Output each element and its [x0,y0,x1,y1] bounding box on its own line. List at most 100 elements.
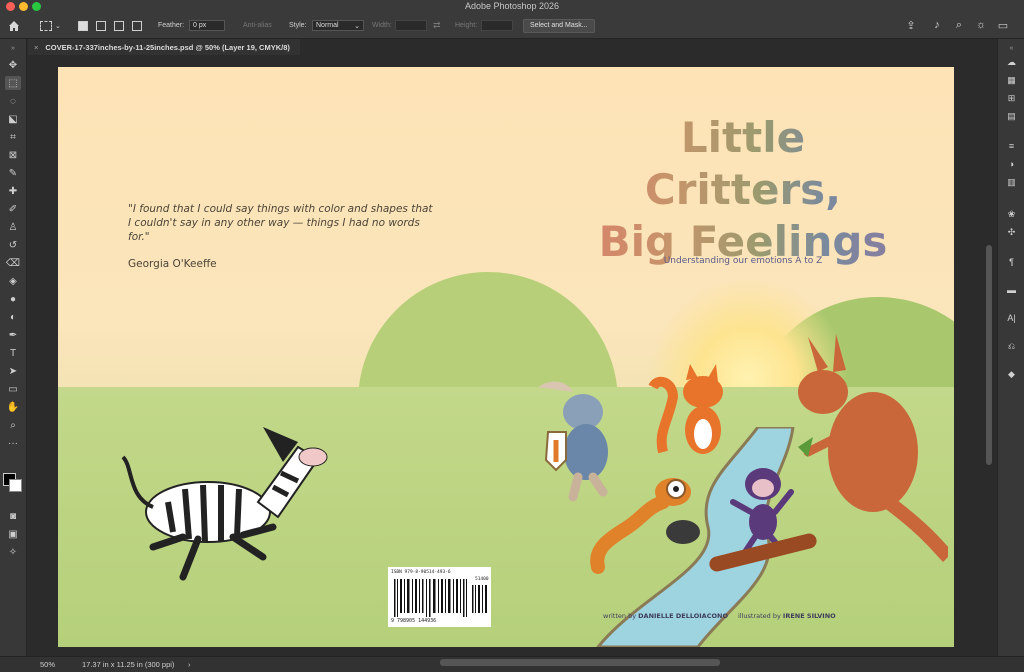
anti-alias-checkbox[interactable]: Anti-alias [243,13,272,38]
feather-input-wrap[interactable]: 0 px [189,13,225,38]
feather-label: Feather: [158,22,185,29]
collapse-panel-icon[interactable]: » [5,41,21,55]
eyedropper-tool-icon[interactable]: ✎ [5,166,21,180]
style-select[interactable]: Normal ⌄ [312,20,364,31]
clone-stamp-tool-icon[interactable]: ♙ [5,220,21,234]
object-selection-tool-icon[interactable]: ⬕ [5,112,21,126]
vertical-scrollbar[interactable] [986,245,992,465]
chevron-down-icon: ⌄ [354,22,360,30]
bell-icon[interactable]: ♪ [930,18,944,32]
background-color-swatch[interactable] [9,479,22,492]
more-tools-icon[interactable]: ··· [5,436,21,450]
width-label: Width: [372,22,392,29]
frame-tool-icon[interactable]: ⊠ [5,148,21,162]
select-and-mask-button[interactable]: Select and Mask... [523,18,595,33]
title-bar: Adobe Photoshop 2026 [0,0,1024,13]
book-subtitle: Understanding our emotions A to Z [663,256,823,266]
comments-icon[interactable]: ▬ [1004,283,1019,297]
select-and-mask-wrap[interactable]: Select and Mask... [523,13,595,38]
home-icon[interactable] [8,13,20,38]
generate-icon[interactable]: ✧ [5,545,21,559]
gradients-icon[interactable]: ▤ [1004,109,1019,123]
layers-icon[interactable]: ◆ [1004,367,1019,381]
zoom-level[interactable]: 50% [40,660,55,669]
barcode-number: 9 798905 144936 [391,618,437,624]
illustrated-by-label: illustrated by [738,612,781,620]
style-select-wrap[interactable]: Normal ⌄ [312,13,364,38]
hand-tool-icon[interactable]: ✋ [5,400,21,414]
app-title: Adobe Photoshop 2026 [464,1,560,11]
back-cover-quote: "I found that I could say things with co… [128,203,433,243]
paragraph-icon[interactable]: ¶ [1004,255,1019,269]
search-icon[interactable]: ⌕ [952,18,966,32]
libraries-icon[interactable]: ☁ [1004,55,1019,69]
channels-icon[interactable]: ❀ [1004,207,1019,221]
fox-illustration [648,364,723,454]
height-input-wrap[interactable] [481,13,513,38]
subtract-selection-icon[interactable] [114,13,124,38]
zoom-tool-icon[interactable]: ⌕ [5,418,21,432]
history-icon[interactable]: ⎌ [1004,339,1019,353]
paint-bucket-tool-icon[interactable]: ◈ [5,274,21,288]
histogram-icon[interactable]: ▥ [1004,175,1019,189]
intersect-selection-icon[interactable] [132,13,142,38]
collapse-panels-icon[interactable]: « [1004,41,1019,55]
dodge-tool-icon[interactable]: ◐ [5,310,21,324]
width-input[interactable] [395,20,427,31]
rectangle-tool-icon[interactable]: ▭ [5,382,21,396]
swap-width-height-icon[interactable]: ⇄ [433,13,441,38]
author-name: DANIELLE DELLOIACONO [638,612,728,620]
width-input-wrap[interactable] [395,13,427,38]
style-select-value: Normal [316,22,339,29]
move-tool-icon[interactable]: ✥ [5,58,21,72]
add-selection-icon[interactable] [96,13,106,38]
options-bar: ⌄ Feather: 0 px Anti-alias Style: Normal… [0,13,1024,39]
price-code: 51400 [475,577,489,582]
right-panel-strip: « ☁ ▦ ⊞ ▤ ≡ ◑ ▥ ❀ ✣ ¶ ▬ A| ⎌ ◆ [997,39,1024,656]
lightbulb-icon[interactable]: ☼ [974,18,988,32]
crop-tool-icon[interactable]: ⌗ [5,130,21,144]
share-icon[interactable]: ⇪ [904,18,918,32]
rock-illustration [666,520,700,544]
marquee-preset-icon[interactable]: ⌄ [40,13,61,38]
blur-tool-icon[interactable]: ● [5,292,21,306]
path-selection-tool-icon[interactable]: ➤ [5,364,21,378]
close-tab-icon[interactable]: × [34,43,38,52]
rectangular-marquee-tool-icon[interactable]: ⬚ [5,76,21,90]
pen-tool-icon[interactable]: ✒ [5,328,21,342]
screen-mode-icon[interactable]: ▣ [5,527,21,541]
workspace-icon[interactable]: ▭ [996,18,1010,32]
illustrator-name: IRENE SILVINO [782,612,836,620]
zebra-illustration [121,427,328,581]
document-tab[interactable]: × COVER-17-337inches-by-11-25inches.psd … [28,39,300,55]
barcode-bars [394,579,467,617]
document-canvas[interactable]: "I found that I could say things with co… [58,67,954,647]
swatches-icon[interactable]: ▦ [1004,73,1019,87]
patterns-icon[interactable]: ⊞ [1004,91,1019,105]
adjustments-icon[interactable]: ◑ [1004,157,1019,171]
eraser-tool-icon[interactable]: ⌫ [5,256,21,270]
book-title-line1: Little Critters, [644,113,842,214]
author-credit: written by DANIELLE DELLOIACONO [603,612,728,620]
character-icon[interactable]: A| [1004,311,1019,325]
document-tab-label: COVER-17-337inches-by-11-25inches.psd @ … [45,42,290,52]
price-barcode-bars [472,585,487,613]
written-by-label: written by [603,612,637,620]
lasso-tool-icon[interactable]: ◌ [5,94,21,108]
height-input[interactable] [481,20,513,31]
paths-icon[interactable]: ✣ [1004,225,1019,239]
isbn-text: ISBN 979-8-90514-493-6 [391,570,451,575]
book-title: Little Critters, Big Feelings [578,112,908,268]
type-tool-icon[interactable]: T [5,346,21,360]
properties-icon[interactable]: ≡ [1004,139,1019,153]
history-brush-tool-icon[interactable]: ↺ [5,238,21,252]
quick-mask-icon[interactable]: ◙ [5,509,21,523]
brush-tool-icon[interactable]: ✐ [5,202,21,216]
healing-brush-tool-icon[interactable]: ✚ [5,184,21,198]
feather-input[interactable]: 0 px [189,20,225,31]
isbn-barcode: ISBN 979-8-90514-493-6 51400 9 798905 14… [388,567,491,627]
new-selection-icon[interactable] [78,13,88,38]
chevron-right-icon[interactable]: › [188,660,191,669]
document-tab-bar: × COVER-17-337inches-by-11-25inches.psd … [28,39,996,55]
horizontal-scrollbar[interactable] [440,659,720,666]
